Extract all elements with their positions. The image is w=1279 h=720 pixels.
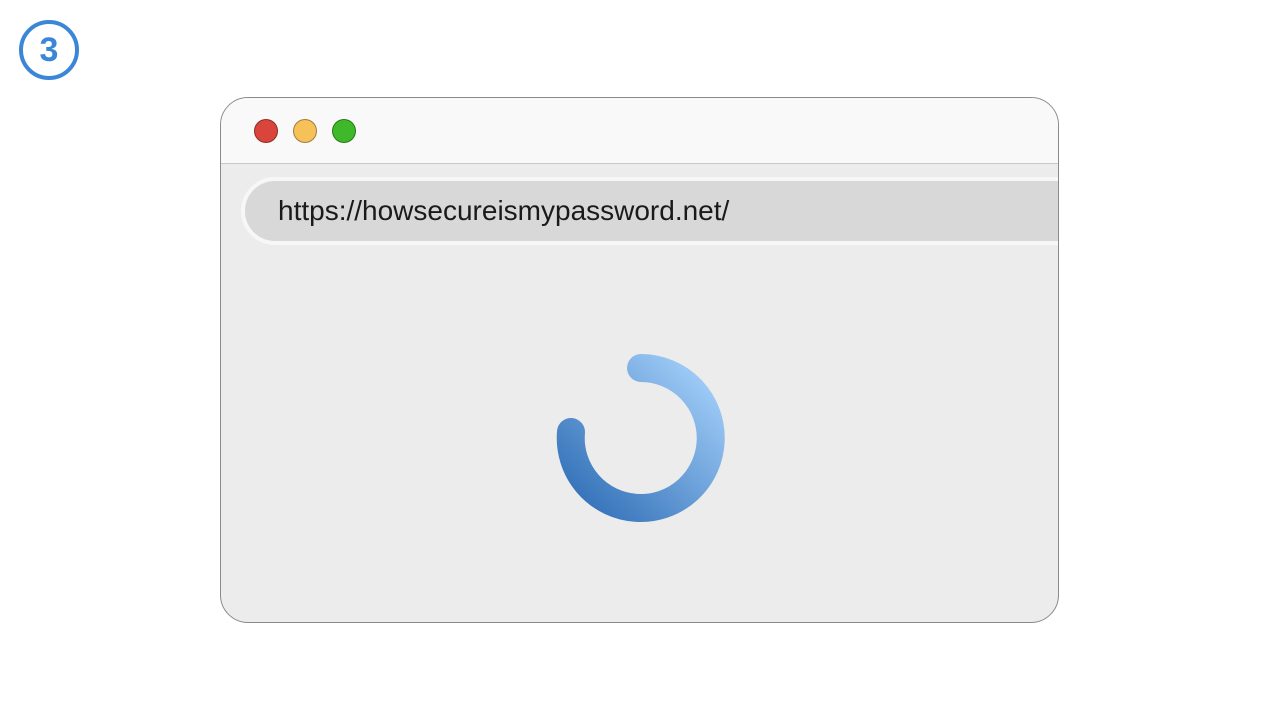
step-number: 3	[39, 30, 59, 69]
browser-window: https://howsecureismypassword.net/	[220, 97, 1059, 623]
step-number-badge: 3	[19, 20, 79, 80]
maximize-window-button[interactable]	[332, 119, 356, 143]
minimize-window-button[interactable]	[293, 119, 317, 143]
close-window-button[interactable]	[254, 119, 278, 143]
address-url: https://howsecureismypassword.net/	[278, 195, 730, 226]
title-bar	[221, 98, 1058, 164]
spinner-arc	[556, 354, 725, 522]
address-bar[interactable]: https://howsecureismypassword.net/	[241, 177, 1058, 245]
loading-spinner-icon	[556, 354, 725, 522]
